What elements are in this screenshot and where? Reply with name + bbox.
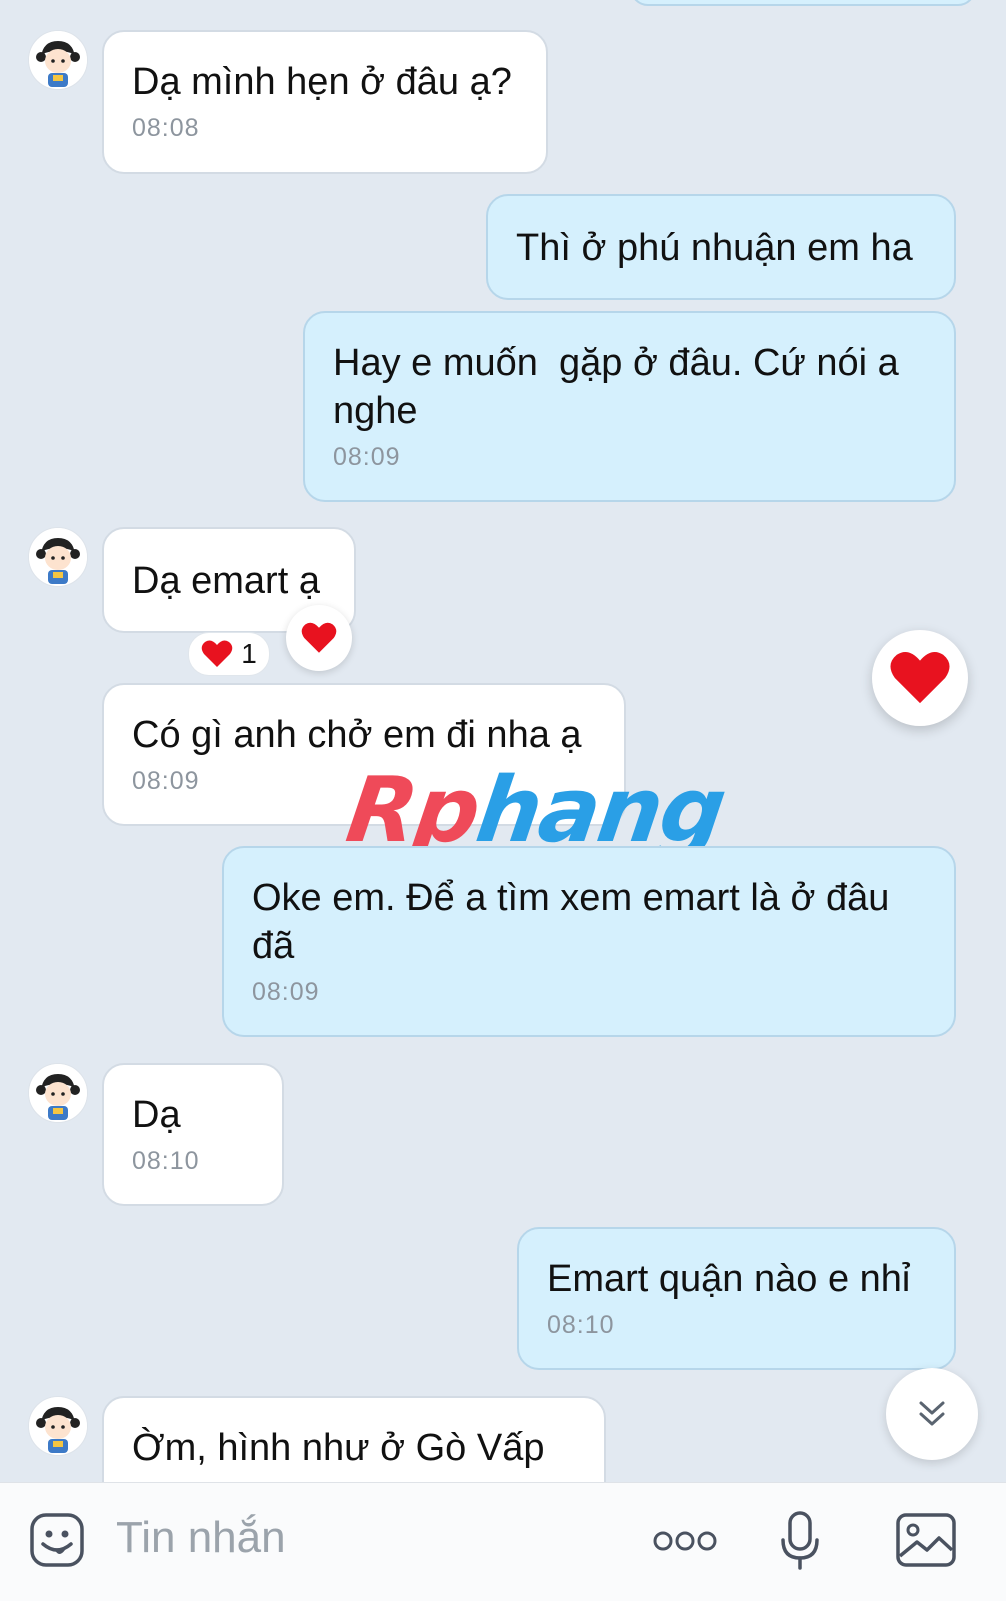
message-time: 08:10	[547, 1311, 615, 1339]
image-icon	[896, 1513, 956, 1567]
message-bubble-outgoing[interactable]: Oke em. Để a tìm xem emart là ở đâu đã 0…	[222, 846, 956, 1037]
contact-avatar[interactable]	[28, 1063, 88, 1123]
avatar-girl-icon	[29, 1064, 87, 1122]
message-text: Dạ	[132, 1094, 181, 1136]
chat-area[interactable]: Dạ mình hẹn ở đâu ạ? 08:08 Thì ở phú nhu…	[0, 0, 1006, 1482]
message-input[interactable]: Tin nhắn	[116, 1513, 286, 1563]
message-text: Hay e muốn gặp ở đâu. Cứ nói a nghe	[333, 342, 910, 432]
message-bubble-incoming[interactable]: Dạ mình hẹn ở đâu ạ? 08:08	[102, 30, 548, 174]
message-text: Thì ở phú nhuận em ha	[516, 227, 913, 269]
reaction-summary[interactable]: 1	[188, 632, 270, 676]
reaction-count: 1	[241, 638, 257, 669]
avatar-girl-icon	[29, 528, 87, 586]
contact-avatar[interactable]	[28, 1396, 88, 1456]
more-dots-icon	[653, 1531, 717, 1551]
message-text: Ờm, hình như ở Gò Vấp ạ	[132, 1427, 545, 1482]
message-bubble-incoming[interactable]: Ờm, hình như ở Gò Vấp ạ	[102, 1396, 606, 1482]
message-text: Emart quận nào e nhỉ	[547, 1258, 911, 1300]
message-bubble-incoming[interactable]: Dạ 08:10	[102, 1063, 284, 1206]
contact-avatar[interactable]	[28, 527, 88, 587]
message-bubble-outgoing[interactable]: Emart quận nào e nhỉ 08:10	[517, 1227, 956, 1370]
message-text: Dạ emart ạ	[132, 560, 320, 602]
message-time: 08:10	[132, 1147, 200, 1175]
message-time: 08:09	[252, 978, 320, 1006]
heart-icon	[201, 640, 233, 667]
image-button[interactable]	[894, 1511, 958, 1569]
message-text: Dạ mình hẹn ở đâu ạ?	[132, 61, 512, 103]
microphone-icon	[781, 1511, 819, 1570]
heart-icon	[890, 651, 950, 704]
message-text: Có gì anh chở em đi nha ạ	[132, 714, 582, 756]
sticker-button[interactable]	[28, 1511, 86, 1569]
react-heart-button[interactable]	[286, 605, 352, 671]
voice-button[interactable]	[772, 1509, 828, 1573]
message-bubble-outgoing[interactable]: Hay e muốn gặp ở đâu. Cứ nói a nghe 08:0…	[303, 311, 956, 502]
avatar-girl-icon	[29, 31, 87, 89]
heart-icon	[301, 622, 337, 653]
chevron-double-down-icon	[919, 1401, 945, 1426]
more-button[interactable]	[650, 1521, 720, 1561]
message-bubble-outgoing[interactable]: Thì ở phú nhuận em ha	[486, 194, 956, 300]
message-time: 08:08	[132, 114, 200, 142]
composer-bar: Tin nhắn	[0, 1482, 1006, 1601]
message-time: 08:09	[333, 443, 401, 471]
contact-avatar[interactable]	[28, 30, 88, 90]
avatar-girl-icon	[29, 1397, 87, 1455]
previous-message-fragment	[630, 0, 976, 6]
sticker-face-icon	[30, 1513, 84, 1567]
message-text: Oke em. Để a tìm xem emart là ở đâu đã	[252, 877, 900, 967]
scroll-to-bottom-button[interactable]	[886, 1368, 978, 1460]
quick-heart-reaction-button[interactable]	[872, 630, 968, 726]
